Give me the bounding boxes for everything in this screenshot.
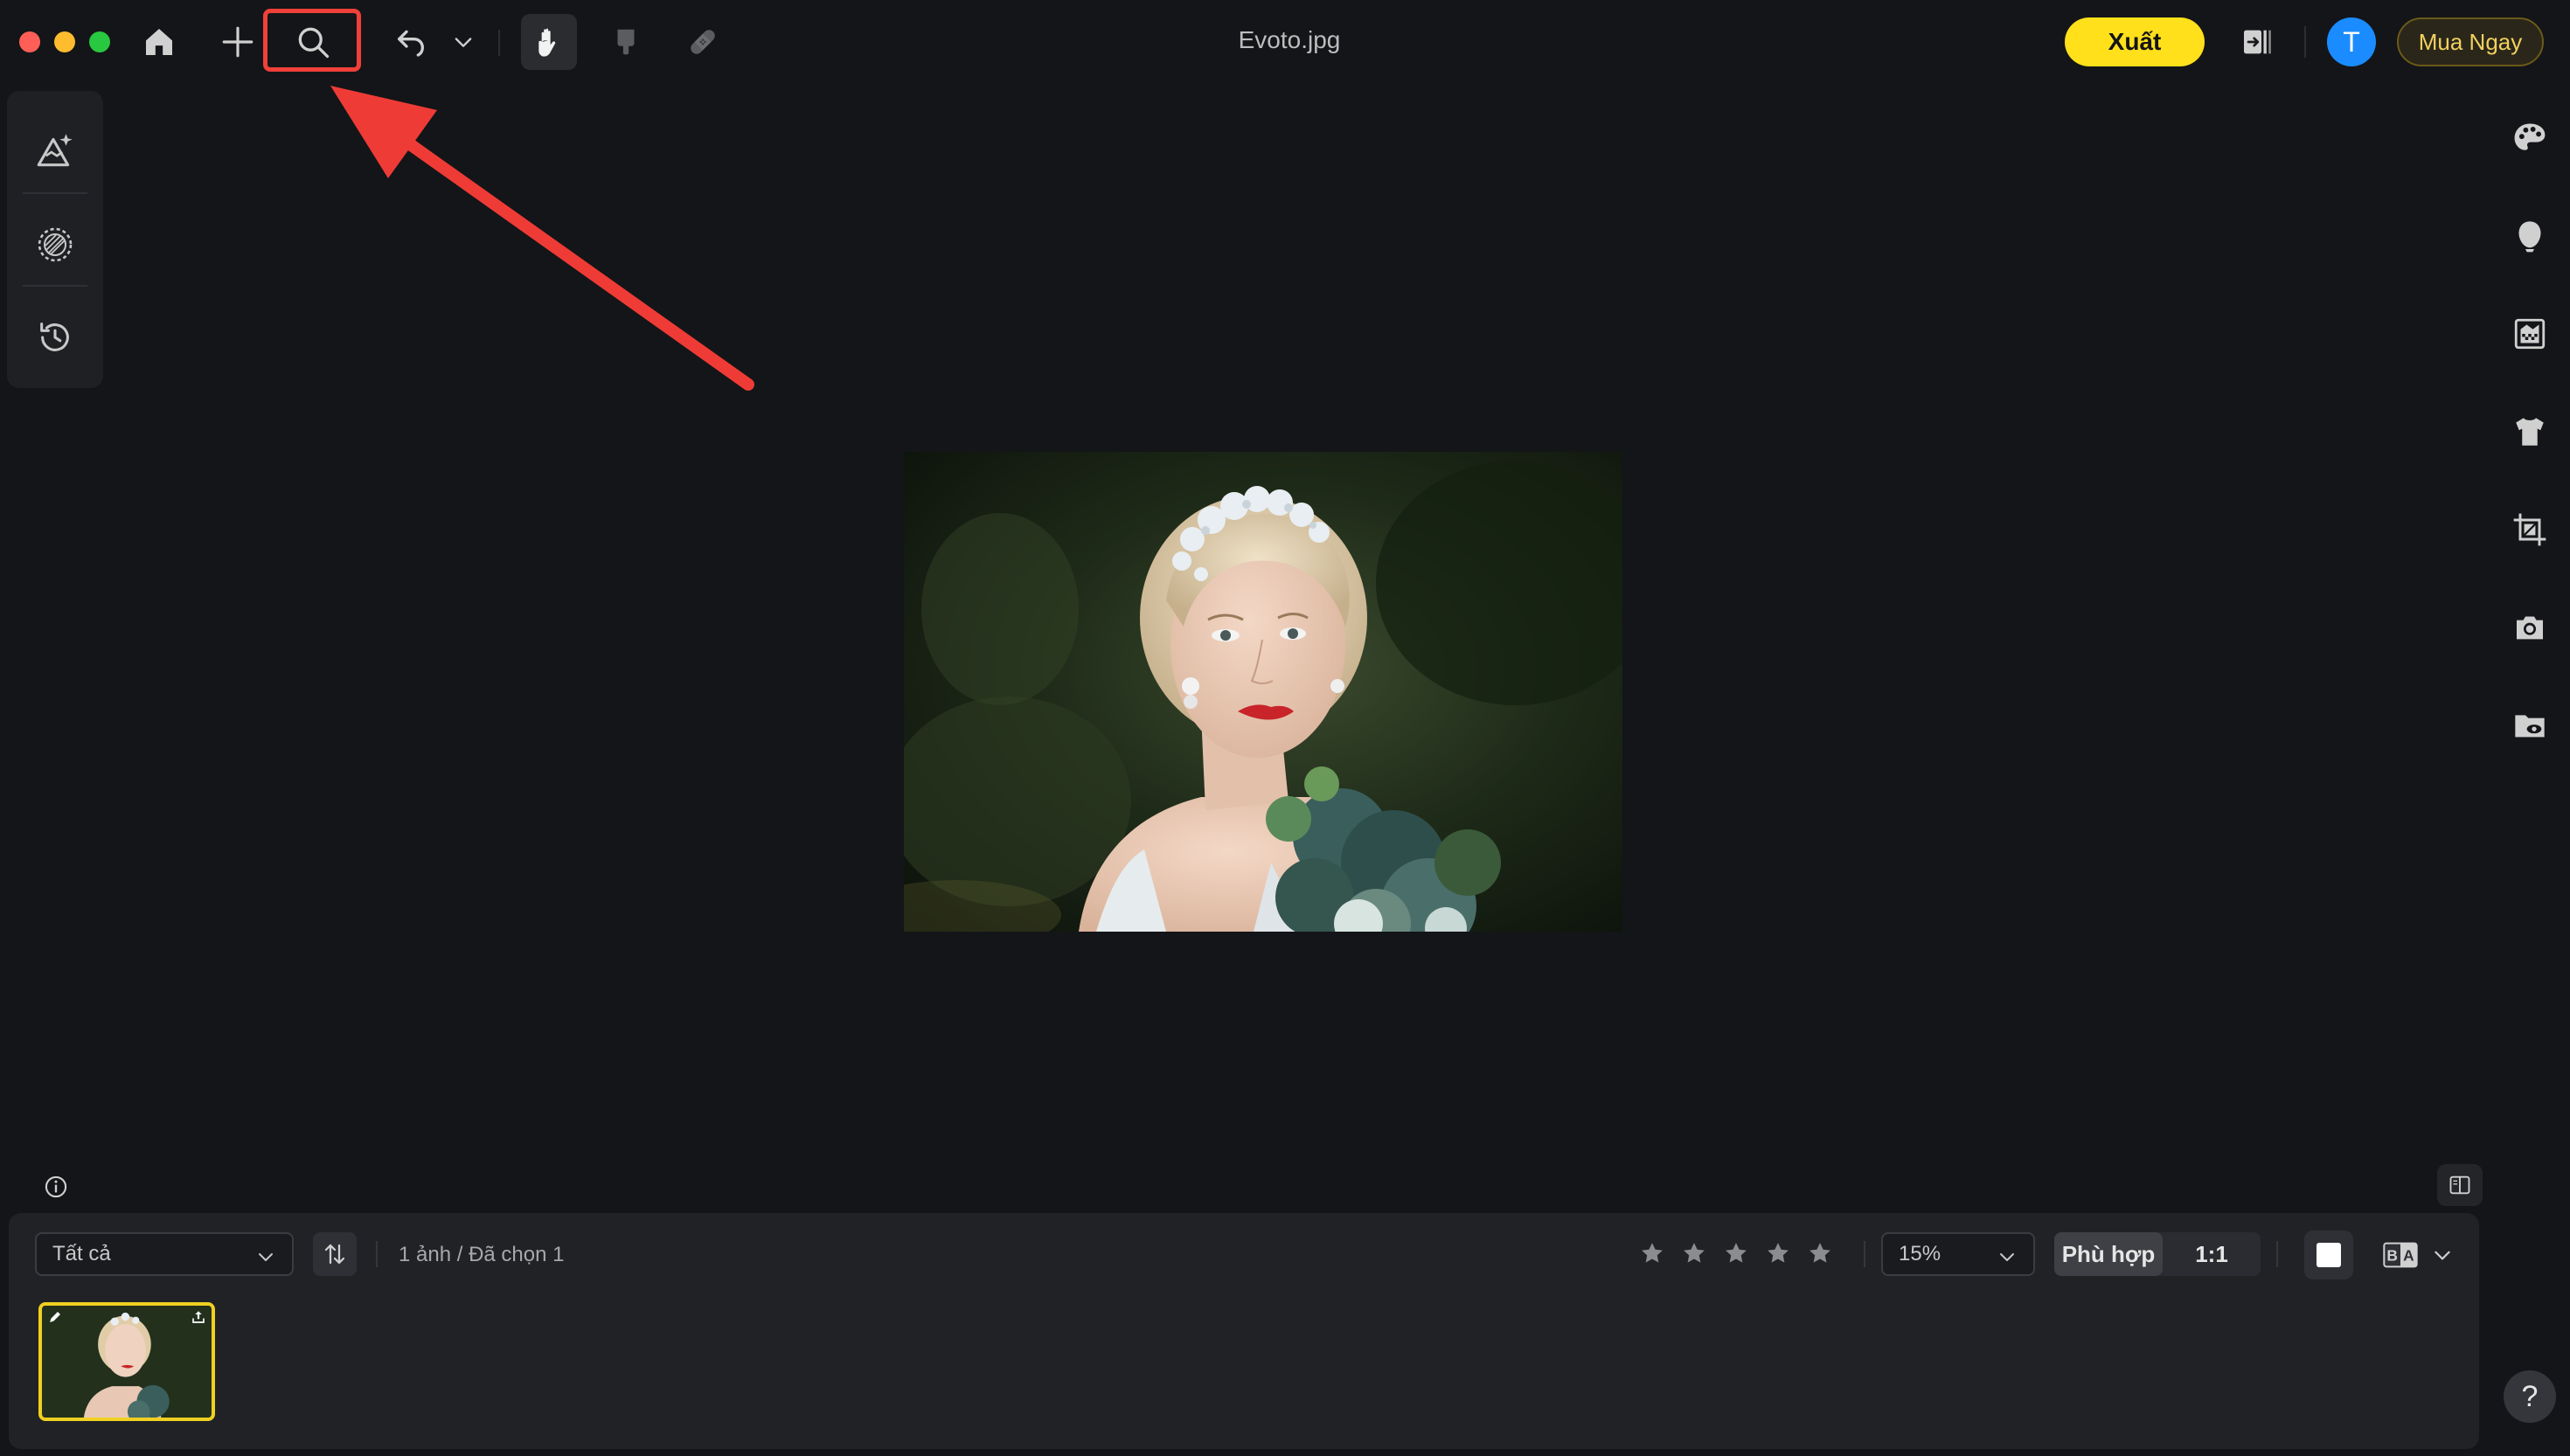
chevron-down-icon [259, 1253, 273, 1261]
rating-stars [1638, 1239, 1834, 1267]
chevron-down-icon [2000, 1253, 2014, 1261]
zoom-dropdown[interactable]: 15% [1881, 1232, 2035, 1276]
help-button[interactable]: ? [2504, 1370, 2556, 1423]
brush-tool-button[interactable] [598, 14, 654, 70]
sort-button[interactable] [313, 1232, 357, 1276]
adjust-icon [37, 134, 73, 167]
canvas-background-toggle[interactable] [2304, 1231, 2353, 1279]
star-icon [1726, 1243, 1747, 1263]
title-bar: Evoto.jpg Xuất T Mua Ngay [0, 0, 2570, 84]
image-count-text: 1 ảnh / Đã chọn 1 [399, 1243, 565, 1266]
thumbnail-item[interactable] [38, 1302, 215, 1421]
image-info-button[interactable] [40, 1171, 72, 1203]
window-minimize-button[interactable] [54, 31, 75, 52]
before-after-button[interactable]: B A [2379, 1236, 2421, 1274]
before-after-icon: B A [2383, 1242, 2418, 1268]
palette-icon [2514, 123, 2546, 150]
color-palette-button[interactable] [2505, 114, 2554, 163]
white-background-swatch [2316, 1243, 2341, 1267]
before-after-label-b: B [2386, 1247, 2398, 1265]
folder-view-icon [2515, 715, 2545, 738]
compare-icon [2449, 1175, 2470, 1195]
info-icon [45, 1175, 67, 1198]
brush-icon [617, 29, 635, 55]
filmstrip-panel: Tất cả 1 ảnh / Đã chọn 1 15% Phù hợp 1:1… [9, 1213, 2479, 1449]
preset-folder-button[interactable] [2505, 701, 2554, 750]
plus-icon [222, 26, 254, 58]
window-close-button[interactable] [19, 31, 40, 52]
chevron-down-icon [2435, 1251, 2450, 1260]
window-maximize-button[interactable] [89, 31, 110, 52]
undo-button[interactable] [385, 14, 437, 70]
clothing-icon [2516, 418, 2544, 446]
star-icon [1809, 1243, 1830, 1263]
before-after-dropdown[interactable] [2427, 1239, 2458, 1271]
mask-icon [38, 227, 73, 262]
zoom-mode-segmented: Phù hợp 1:1 [2054, 1232, 2261, 1276]
edited-badge-icon [50, 1312, 60, 1322]
crop-icon [2513, 513, 2546, 546]
evoto-app-window: Evoto.jpg Xuất T Mua Ngay Tất cả 1 ảnh /… [0, 0, 2570, 1456]
filmstrip-divider [2276, 1241, 2278, 1267]
export-button[interactable]: Xuất [2065, 17, 2205, 66]
hand-icon [538, 28, 556, 57]
face-icon [2518, 221, 2541, 253]
zoom-dropdown-value: 15% [1899, 1242, 1941, 1265]
search-highlight-box [263, 9, 361, 72]
filmstrip-divider [376, 1241, 378, 1267]
star-icon [1768, 1243, 1789, 1263]
star-icon [1684, 1243, 1705, 1263]
actual-size-button[interactable]: 1:1 [2163, 1232, 2261, 1276]
history-icon [40, 322, 69, 351]
camera-tool-button[interactable] [2505, 603, 2554, 652]
filmstrip-divider [1864, 1241, 1865, 1267]
panel-toggle-icon [2244, 30, 2271, 54]
left-panel-divider [23, 285, 87, 287]
rating-star[interactable] [1722, 1239, 1750, 1267]
buy-now-button[interactable]: Mua Ngay [2397, 17, 2544, 66]
patch-tool-button[interactable] [675, 14, 731, 70]
clothing-tool-button[interactable] [2505, 407, 2554, 456]
rating-star[interactable] [1764, 1239, 1792, 1267]
thumbnail-image [43, 1306, 211, 1418]
filter-dropdown-value: Tất cả [52, 1242, 111, 1265]
canvas-photo[interactable] [904, 452, 1622, 932]
background-tool-button[interactable] [2505, 309, 2554, 358]
undo-icon [398, 30, 425, 57]
toolbar-divider [498, 30, 500, 56]
sort-icon [324, 1244, 345, 1265]
rating-star[interactable] [1680, 1239, 1708, 1267]
rating-star[interactable] [1638, 1239, 1666, 1267]
mask-tool-button[interactable] [22, 211, 88, 278]
compare-view-button[interactable] [2437, 1164, 2483, 1206]
home-button[interactable] [131, 14, 187, 70]
bandage-icon [691, 30, 715, 54]
hand-tool-button[interactable] [521, 14, 577, 70]
background-icon [2514, 318, 2546, 350]
fit-zoom-button[interactable]: Phù hợp [2054, 1232, 2163, 1276]
adjust-tool-button[interactable] [22, 117, 88, 184]
exported-badge-icon [192, 1311, 205, 1323]
left-tool-panel [7, 91, 103, 388]
rating-star[interactable] [1806, 1239, 1834, 1267]
header-divider [2304, 26, 2306, 58]
panel-toggle-button[interactable] [2234, 19, 2280, 65]
before-after-label-a: A [2403, 1247, 2414, 1265]
home-icon [146, 29, 172, 55]
user-avatar[interactable]: T [2327, 17, 2376, 66]
add-button[interactable] [210, 14, 266, 70]
crop-tool-button[interactable] [2505, 505, 2554, 554]
filter-dropdown[interactable]: Tất cả [35, 1232, 294, 1276]
face-retouch-button[interactable] [2505, 211, 2554, 260]
left-panel-divider [23, 192, 87, 194]
camera-icon [2517, 616, 2543, 640]
chevron-down-icon [455, 38, 472, 47]
bride-portrait-image [904, 452, 1622, 932]
star-icon [1642, 1243, 1663, 1263]
history-tool-button[interactable] [22, 304, 88, 371]
document-title: Evoto.jpg [1238, 26, 1341, 53]
undo-history-dropdown[interactable] [437, 14, 490, 70]
